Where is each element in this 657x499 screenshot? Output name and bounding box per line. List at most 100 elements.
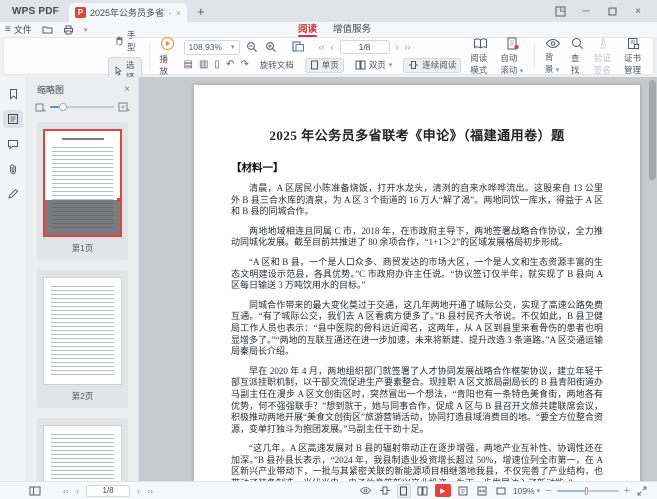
background-button[interactable]: 背景 ▾ [540, 40, 566, 72]
chevron-down-icon: ▾ [389, 61, 393, 69]
hamburger-icon: ≡ [5, 24, 11, 35]
hand-icon [114, 36, 124, 46]
main-menu-button[interactable]: ≡ 文件 [0, 23, 37, 36]
toolbar-card: 手型 选择 播放 108.93% ▾ [3, 37, 654, 75]
fit-visible-icon[interactable]: ▯ [214, 60, 220, 70]
fullscreen-button[interactable] [635, 484, 649, 498]
tab-reading[interactable]: 阅读 [298, 22, 317, 37]
quick-access-dropdown[interactable]: ▾ [79, 26, 93, 34]
play-presentation-button[interactable]: ▶ [435, 484, 451, 497]
hand-tool-label: 手型 [127, 29, 136, 53]
read-mode-label: 阅读模式 [470, 52, 490, 76]
fit-width-button[interactable] [475, 484, 489, 498]
next-page-button[interactable]: › [396, 42, 399, 52]
toolbar-divider [534, 43, 535, 69]
panel-close-icon[interactable]: × [124, 84, 130, 95]
zoom-slider-handle[interactable] [585, 487, 588, 495]
fit-width-icon [477, 486, 487, 496]
slider-handle[interactable] [59, 103, 67, 111]
fit-width-icon[interactable]: ▥ [199, 60, 208, 70]
find-button[interactable]: 查找 [566, 40, 589, 72]
page-1-preview [43, 129, 122, 237]
zoom-out-button-status[interactable]: − [545, 485, 551, 497]
workspace-layout-icon[interactable] [549, 2, 571, 20]
fit-visible-button[interactable] [494, 484, 508, 498]
signature-panel-button[interactable] [3, 185, 23, 203]
fit-visible-icon [496, 486, 506, 496]
double-page-view-button[interactable] [416, 484, 430, 498]
rotate-left-icon[interactable]: ↶ [226, 60, 234, 70]
page-1-label: 第1页 [43, 237, 122, 260]
minimize-button[interactable]: ─ [575, 2, 597, 20]
folder-icon [42, 25, 53, 34]
signature-shield-icon [597, 37, 610, 50]
rotate-document-button[interactable]: 旋转文档 [255, 58, 299, 73]
tab-value-added-services[interactable]: 增值服务 [333, 22, 371, 37]
single-page-view-button[interactable] [397, 484, 411, 498]
enlarge-thumbnail-icon[interactable] [118, 102, 130, 112]
rotate-right-icon[interactable]: ↷ [240, 60, 248, 70]
page-number-input-status[interactable] [86, 485, 130, 497]
double-page-icon [417, 486, 428, 496]
previous-page-button-status[interactable]: ‹ [76, 486, 79, 496]
first-page-button-status[interactable]: ‹‹ [63, 486, 69, 496]
read-mode-button[interactable]: 阅读模式 [465, 40, 495, 72]
open-file-button[interactable] [37, 25, 58, 34]
fit-window-button[interactable] [378, 484, 392, 498]
chevron-down-icon: ▾ [537, 487, 541, 495]
paragraph: “A 区和 B 县，一个是人口众多、商贸发达的市场大区，一个是人文和生态资源丰富… [231, 257, 603, 292]
play-button[interactable]: 播放 [155, 40, 180, 72]
new-tab-button[interactable]: + [197, 4, 205, 19]
verify-signature-button[interactable]: 验证签名 [589, 40, 619, 72]
thumbnails-panel-button[interactable] [3, 110, 23, 128]
thumbnail-page-2[interactable]: 第2页 [37, 270, 128, 408]
thumbnail-size-controls [27, 100, 138, 118]
left-icon-strip [0, 77, 27, 481]
auto-scroll-button[interactable]: 自动滚动 ▾ [495, 40, 529, 72]
fit-page-icon[interactable]: ▤ [184, 60, 193, 70]
app-logo[interactable]: WPS PDF [0, 6, 69, 17]
vertical-scrollbar[interactable] [649, 80, 656, 180]
tab-close-icon[interactable]: × [176, 8, 181, 18]
double-page-button[interactable]: 双页 ▾ [350, 58, 398, 73]
tab-pin-icon[interactable]: ◦ [169, 8, 172, 18]
certificate-manage-button[interactable]: 证书管理 [619, 40, 649, 72]
hand-tool-button[interactable]: 手型 [108, 27, 142, 55]
last-page-button-status[interactable]: ›› [147, 486, 153, 496]
hand-mode-toggle[interactable] [358, 484, 373, 498]
next-page-button-status[interactable]: › [137, 486, 140, 496]
page-number-input[interactable] [340, 40, 390, 54]
zoom-in-button-status[interactable]: + [624, 485, 630, 497]
zoom-percentage-dropdown[interactable]: 109% ▾ [513, 486, 540, 496]
thumbnail-page-1[interactable]: 第1页 [37, 122, 128, 260]
zoom-in-button[interactable] [265, 40, 278, 54]
bookmarks-panel-button[interactable] [3, 85, 23, 103]
shrink-thumbnail-icon[interactable] [35, 103, 46, 112]
single-page-button[interactable]: 单页 [305, 58, 344, 73]
menubar: ≡ 文件 ▾ 阅读 增值服务 [0, 22, 657, 37]
close-window-button[interactable]: × [627, 2, 649, 20]
snapshot-button[interactable] [292, 40, 305, 54]
thumbnail-page-3[interactable]: 第3页 [37, 418, 128, 481]
document-view[interactable]: 2025 年公务员多省联考《申论》（福建通用卷）题 【材料一】 清晨，A 区居民… [139, 77, 657, 481]
zoom-slider[interactable] [557, 490, 619, 492]
paragraph: 清晨，A 区居民小陈准备烧饭，打开水龙头，清洌的自来水哗哗流出。这股来自 13 … [231, 183, 603, 218]
thumbnail-size-slider[interactable] [50, 106, 114, 108]
pen-icon [7, 188, 19, 200]
toggle-sidebar-button[interactable] [28, 484, 42, 498]
document-tab[interactable]: P 2025年公务员多省联考《申论... ◦ × [69, 3, 187, 22]
fit-page-button[interactable] [456, 484, 470, 498]
last-page-button[interactable]: ›› [405, 42, 411, 52]
first-page-button[interactable]: ‹‹ [319, 42, 325, 52]
zoom-out-button[interactable] [246, 40, 259, 54]
maximize-button[interactable] [601, 2, 623, 20]
previous-page-button[interactable]: ‹ [331, 42, 334, 52]
zoom-level-dropdown[interactable]: 108.93% ▾ [184, 40, 240, 55]
continuous-reading-button[interactable]: 连续阅读 [403, 58, 461, 73]
print-button[interactable] [58, 25, 79, 35]
continuous-icon [408, 60, 419, 70]
viewport-grip[interactable] [117, 198, 121, 202]
ribbon-tabs: 阅读 增值服务 [298, 22, 371, 37]
comments-panel-button[interactable] [3, 135, 23, 153]
attachments-panel-button[interactable] [3, 160, 23, 178]
